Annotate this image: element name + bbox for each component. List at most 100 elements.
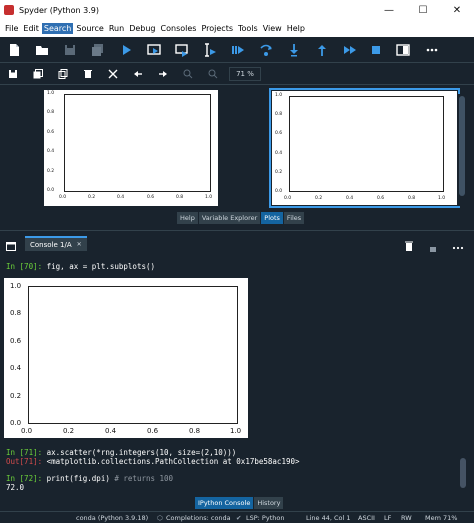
continue-icon[interactable] bbox=[342, 42, 358, 58]
tab-files[interactable]: Files bbox=[283, 212, 305, 224]
window-title: Spyder (Python 3.9) bbox=[19, 5, 99, 15]
copy-plot-icon[interactable] bbox=[56, 67, 70, 81]
inline-figure-axes bbox=[28, 286, 238, 424]
code-comment: # returns 100 bbox=[109, 474, 174, 483]
y-tick-label: 0.8 bbox=[10, 309, 22, 317]
save-all-icon[interactable] bbox=[90, 42, 106, 58]
debug-icon[interactable] bbox=[230, 42, 246, 58]
console-stop-icon[interactable] bbox=[430, 238, 436, 253]
new-file-icon[interactable] bbox=[6, 42, 22, 58]
status-completions[interactable]: Completions: conda bbox=[166, 514, 231, 522]
save-all-plots-icon[interactable] bbox=[31, 67, 45, 81]
more-icon[interactable] bbox=[424, 42, 440, 58]
open-folder-icon[interactable] bbox=[34, 42, 50, 58]
menu-bar: File Edit Search Source Run Debug Consol… bbox=[0, 20, 474, 37]
plot-canvas[interactable]: 1.0 0.8 0.6 0.4 0.2 0.0 0.0 0.2 0.4 0.6 … bbox=[0, 86, 262, 210]
menu-debug[interactable]: Debug bbox=[127, 23, 157, 34]
status-cursor-position: Line 44, Col 1 bbox=[306, 514, 351, 522]
status-eol: LF bbox=[384, 514, 392, 522]
save-icon[interactable] bbox=[62, 42, 78, 58]
tab-plots[interactable]: Plots bbox=[261, 212, 283, 224]
maximize-button[interactable]: ☐ bbox=[406, 0, 440, 20]
thumbnail-axes bbox=[289, 96, 444, 192]
status-bar: conda (Python 3.9.18) ⬡ Completions: con… bbox=[0, 511, 474, 523]
scrollbar-thumb[interactable] bbox=[459, 96, 465, 196]
remove-plot-icon[interactable] bbox=[81, 67, 95, 81]
thumbnails-scrollbar[interactable] bbox=[458, 94, 466, 206]
console-scrollbar[interactable] bbox=[459, 252, 467, 495]
next-plot-icon[interactable] bbox=[156, 67, 170, 81]
tab-history[interactable]: History bbox=[254, 497, 284, 509]
x-tick-label: 1.0 bbox=[205, 195, 213, 200]
clear-console-icon[interactable] bbox=[405, 236, 413, 251]
x-tick-label: 0.0 bbox=[21, 427, 33, 435]
console-tab[interactable]: Console 1/A ✕ bbox=[25, 236, 87, 251]
thumbnail-figure: 1.0 0.8 0.6 0.4 0.2 0.0 0.0 0.2 0.4 0.6 … bbox=[272, 91, 457, 205]
menu-source[interactable]: Source bbox=[74, 23, 105, 34]
main-plot-axes bbox=[64, 94, 211, 192]
main-toolbar bbox=[0, 37, 474, 63]
menu-projects[interactable]: Projects bbox=[199, 23, 235, 34]
run-icon[interactable] bbox=[118, 42, 134, 58]
y-tick-label: 1.0 bbox=[275, 93, 283, 98]
ipython-console[interactable]: In [70]: fig, ax = plt.subplots() 1.0 0.… bbox=[3, 252, 468, 495]
menu-run[interactable]: Run bbox=[107, 23, 126, 34]
console-line: Out[71]: <matplotlib.collections.PathCol… bbox=[6, 458, 300, 466]
y-tick-label: 0.4 bbox=[47, 149, 55, 154]
console-inline-figure: 1.0 0.8 0.6 0.4 0.2 0.0 0.0 0.2 0.4 0.6 … bbox=[4, 278, 248, 438]
completions-icon: ⬡ bbox=[157, 514, 163, 522]
console-pane-icon[interactable] bbox=[6, 236, 16, 251]
zoom-in-icon[interactable] bbox=[181, 67, 195, 81]
maximize-pane-icon[interactable] bbox=[395, 42, 411, 58]
console-tab-close-icon[interactable]: ✕ bbox=[77, 241, 82, 248]
console-more-icon[interactable] bbox=[452, 237, 464, 250]
plots-pane: 1.0 0.8 0.6 0.4 0.2 0.0 0.0 0.2 0.4 0.6 … bbox=[0, 86, 474, 210]
y-tick-label: 0.4 bbox=[275, 151, 283, 156]
previous-plot-icon[interactable] bbox=[131, 67, 145, 81]
step-into-icon[interactable] bbox=[286, 42, 302, 58]
y-tick-label: 1.0 bbox=[10, 282, 22, 290]
input-code: ax.scatter(*rng.integers(10, size=(2,10)… bbox=[42, 448, 237, 457]
close-button[interactable]: ✕ bbox=[440, 0, 474, 20]
console-tab-label: Console 1/A bbox=[30, 240, 72, 249]
tab-help[interactable]: Help bbox=[177, 212, 198, 224]
menu-tools[interactable]: Tools bbox=[236, 23, 260, 34]
status-env[interactable]: conda (Python 3.9.18) bbox=[76, 514, 148, 522]
remove-all-plots-icon[interactable] bbox=[106, 67, 120, 81]
step-icon[interactable] bbox=[258, 42, 274, 58]
step-return-icon[interactable] bbox=[314, 42, 330, 58]
status-permissions: RW bbox=[401, 514, 412, 522]
menu-consoles[interactable]: Consoles bbox=[159, 23, 199, 34]
menu-search[interactable]: Search bbox=[41, 23, 74, 34]
menu-edit[interactable]: Edit bbox=[21, 23, 41, 34]
y-tick-label: 0.6 bbox=[10, 337, 22, 345]
y-tick-label: 0.6 bbox=[47, 130, 55, 135]
status-lsp[interactable]: LSP: Python bbox=[246, 514, 284, 522]
plot-thumbnail-selected[interactable]: 1.0 0.8 0.6 0.4 0.2 0.0 0.0 0.2 0.4 0.6 … bbox=[269, 88, 460, 208]
minimize-button[interactable]: — bbox=[372, 0, 406, 20]
y-tick-label: 0.0 bbox=[275, 189, 283, 194]
y-tick-label: 0.2 bbox=[47, 169, 55, 174]
stop-icon[interactable] bbox=[368, 42, 384, 58]
lower-dock-tabs: IPython Console History bbox=[195, 497, 284, 509]
menu-file[interactable]: File bbox=[3, 23, 20, 34]
x-tick-label: 0.8 bbox=[408, 196, 416, 201]
run-cell-advance-icon[interactable] bbox=[174, 42, 190, 58]
input-code: print(fig.dpi) bbox=[42, 474, 110, 483]
x-tick-label: 0.2 bbox=[88, 195, 96, 200]
y-tick-label: 1.0 bbox=[47, 91, 55, 96]
x-tick-label: 0.0 bbox=[59, 195, 67, 200]
scrollbar-thumb[interactable] bbox=[460, 458, 466, 488]
status-encoding: ASCII bbox=[358, 514, 375, 522]
save-plot-icon[interactable] bbox=[6, 67, 20, 81]
menu-view[interactable]: View bbox=[261, 23, 284, 34]
tab-ipython-console[interactable]: IPython Console bbox=[195, 497, 254, 509]
zoom-level-field[interactable]: 71 % bbox=[229, 67, 261, 81]
zoom-out-icon[interactable] bbox=[206, 67, 220, 81]
menu-help[interactable]: Help bbox=[285, 23, 307, 34]
run-cell-icon[interactable] bbox=[146, 42, 162, 58]
tab-variable-explorer[interactable]: Variable Explorer bbox=[198, 212, 261, 224]
run-selection-icon[interactable] bbox=[202, 42, 218, 58]
x-tick-label: 0.2 bbox=[315, 196, 323, 201]
x-tick-label: 0.4 bbox=[117, 195, 125, 200]
